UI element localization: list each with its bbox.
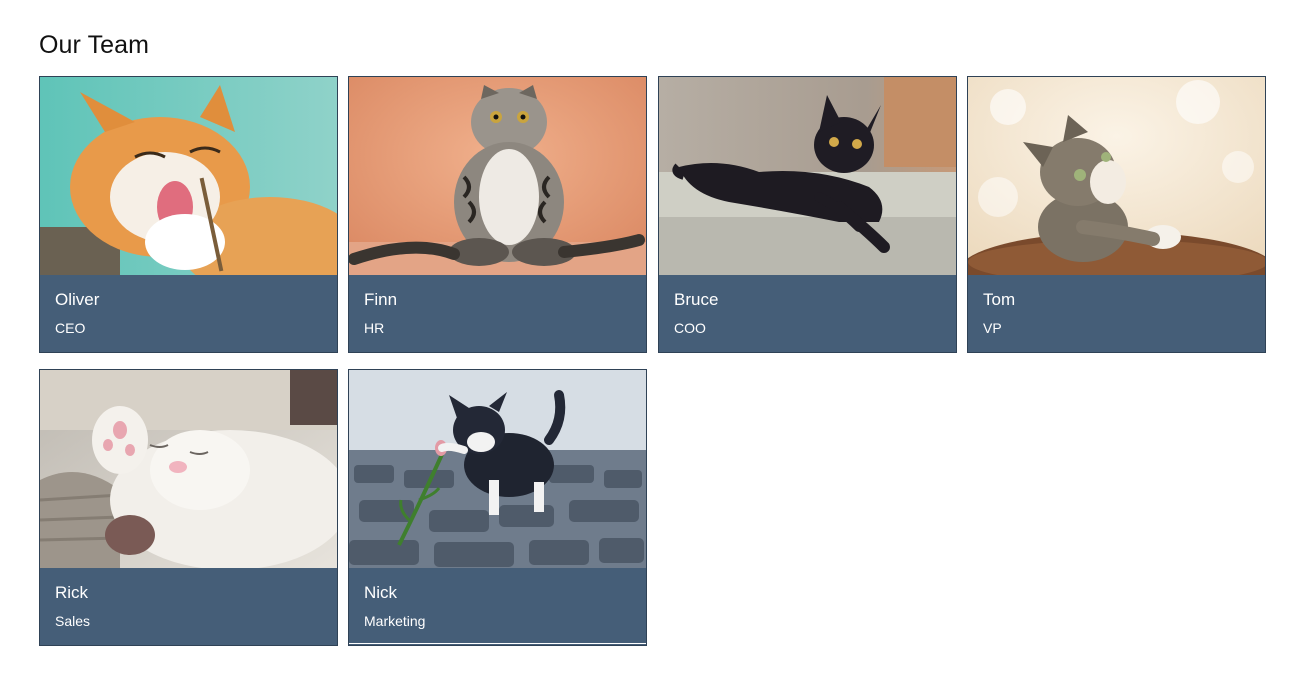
member-name: Nick: [364, 583, 398, 602]
member-role: Marketing: [364, 613, 426, 629]
silver-tabby-cat-sitting-photo: [349, 77, 646, 275]
team-card-finn: Finn HR: [348, 76, 647, 353]
member-role: HR: [364, 320, 385, 336]
team-card-nick: Nick Marketing: [348, 369, 647, 646]
member-name: Tom: [983, 290, 1016, 309]
card-caption: Rick Sales: [40, 568, 337, 645]
member-name: Bruce: [674, 290, 719, 309]
member-role: VP: [983, 320, 1002, 336]
team-card-rick: Rick Sales: [39, 369, 338, 646]
member-role: Sales: [55, 613, 91, 629]
card-caption: Finn HR: [349, 275, 646, 352]
team-card-bruce: Bruce COO: [658, 76, 957, 353]
tabby-kitten-looking-up-photo: [968, 77, 1265, 275]
member-role: COO: [674, 320, 706, 336]
member-name: Oliver: [55, 290, 100, 309]
card-caption: Tom VP: [968, 275, 1265, 352]
card-caption: Oliver CEO: [40, 275, 337, 352]
card-caption: Nick Marketing: [349, 568, 646, 644]
card-caption: Bruce COO: [659, 275, 956, 352]
black-white-kitten-playing-photo: [349, 370, 646, 568]
page-title: Our Team: [39, 31, 150, 59]
black-cat-on-bed-photo: [659, 77, 956, 275]
member-name: Rick: [55, 583, 89, 602]
white-cat-sleeping-photo: [40, 370, 337, 568]
team-card-tom: Tom VP: [967, 76, 1266, 353]
orange-tabby-cat-photo: [40, 77, 337, 275]
member-role: CEO: [55, 320, 86, 336]
member-name: Finn: [364, 290, 398, 309]
team-card-oliver: Oliver CEO: [39, 76, 338, 353]
